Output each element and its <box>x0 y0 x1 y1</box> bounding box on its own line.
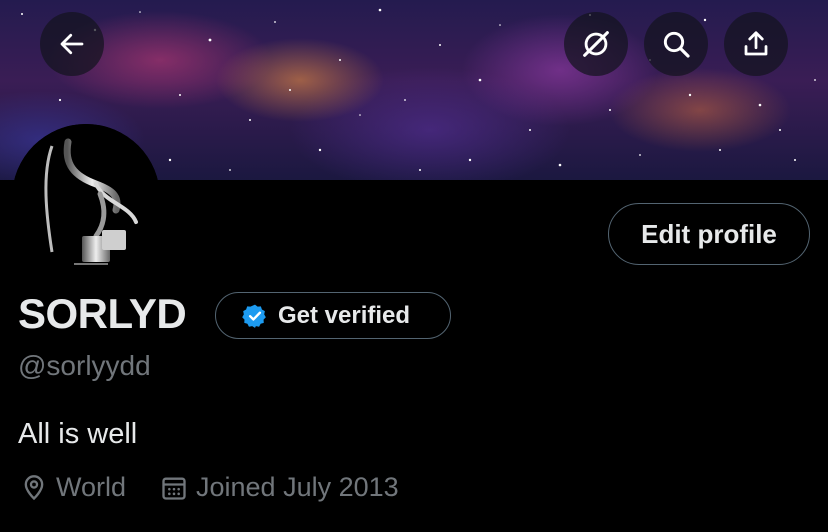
get-verified-label: Get verified <box>278 301 411 329</box>
username-handle: @sorlyydd <box>18 350 151 381</box>
search-button[interactable] <box>644 12 708 76</box>
share-button[interactable] <box>724 12 788 76</box>
avatar[interactable] <box>12 124 160 272</box>
location-item: World <box>20 472 126 503</box>
joined-item: Joined July 2013 <box>160 472 399 503</box>
search-icon <box>663 31 690 58</box>
back-button[interactable] <box>40 12 104 76</box>
edit-profile-label: Edit profile <box>641 218 777 249</box>
bio-text: All is well <box>18 418 138 450</box>
share-icon <box>744 31 768 56</box>
calendar-icon <box>162 477 186 500</box>
verified-badge-icon <box>242 304 266 328</box>
location-pin-icon <box>24 474 44 500</box>
location-text: World <box>56 472 127 502</box>
avatar-image <box>12 124 160 272</box>
arrow-left-icon <box>60 33 84 55</box>
grok-button[interactable] <box>564 12 628 76</box>
grok-icon <box>583 31 609 57</box>
get-verified-button[interactable]: Get verified <box>215 292 451 339</box>
joined-date-text: Joined July 2013 <box>196 472 399 502</box>
edit-profile-button[interactable]: Edit profile <box>608 203 810 265</box>
display-name: SORLYD <box>18 290 187 337</box>
